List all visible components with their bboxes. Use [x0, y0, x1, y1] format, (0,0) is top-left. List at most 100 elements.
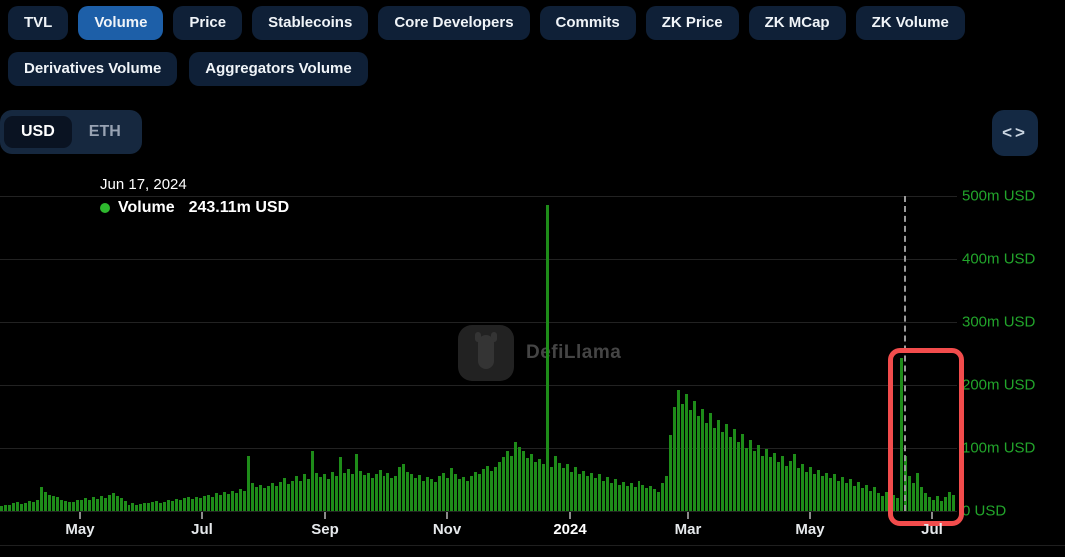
volume-bar[interactable]	[693, 401, 696, 511]
volume-bar[interactable]	[498, 462, 501, 511]
volume-bar[interactable]	[442, 473, 445, 511]
volume-bar[interactable]	[20, 504, 23, 511]
volume-bar[interactable]	[339, 457, 342, 511]
volume-bar[interactable]	[430, 479, 433, 511]
volume-bar[interactable]	[303, 474, 306, 511]
volume-bar[interactable]	[602, 481, 605, 511]
volume-bar[interactable]	[825, 473, 828, 511]
volume-bar[interactable]	[769, 457, 772, 511]
embed-chart-button[interactable]: <>	[992, 110, 1038, 156]
volume-bar[interactable]	[705, 423, 708, 511]
volume-bar[interactable]	[713, 428, 716, 511]
volume-bar[interactable]	[279, 482, 282, 511]
volume-bar[interactable]	[741, 434, 744, 511]
volume-bar[interactable]	[813, 474, 816, 511]
volume-bar[interactable]	[131, 503, 134, 511]
volume-bar[interactable]	[657, 492, 660, 511]
volume-bar[interactable]	[263, 488, 266, 511]
volume-bar[interactable]	[410, 474, 413, 511]
volume-bar[interactable]	[478, 474, 481, 511]
volume-bar[interactable]	[458, 479, 461, 511]
volume-bar[interactable]	[179, 500, 182, 511]
volume-bar[interactable]	[454, 474, 457, 511]
volume-bar[interactable]	[689, 410, 692, 511]
volume-bar[interactable]	[877, 493, 880, 511]
volume-bar[interactable]	[64, 501, 67, 511]
volume-bar[interactable]	[853, 486, 856, 511]
volume-bar[interactable]	[187, 497, 190, 511]
volume-bar[interactable]	[578, 474, 581, 511]
volume-bar[interactable]	[422, 481, 425, 511]
volume-bar[interactable]	[530, 454, 533, 511]
volume-bar[interactable]	[626, 486, 629, 511]
volume-bar[interactable]	[16, 502, 19, 511]
tab-zk-price[interactable]: ZK Price	[646, 6, 739, 40]
volume-bar[interactable]	[526, 458, 529, 511]
volume-bar[interactable]	[630, 483, 633, 511]
volume-bar[interactable]	[773, 453, 776, 511]
volume-bar[interactable]	[717, 420, 720, 511]
volume-bar[interactable]	[725, 424, 728, 511]
volume-bar[interactable]	[594, 478, 597, 511]
volume-bar[interactable]	[841, 477, 844, 511]
volume-bar[interactable]	[462, 477, 465, 511]
volume-bar[interactable]	[251, 483, 254, 511]
volume-bar[interactable]	[120, 498, 123, 511]
volume-bar[interactable]	[765, 449, 768, 511]
volume-bar[interactable]	[72, 502, 75, 511]
volume-bar[interactable]	[665, 476, 668, 511]
volume-bar[interactable]	[653, 489, 656, 511]
tab-zk-mcap[interactable]: ZK MCap	[749, 6, 846, 40]
volume-bar[interactable]	[558, 463, 561, 511]
volume-bar[interactable]	[271, 483, 274, 511]
volume-bar[interactable]	[351, 474, 354, 511]
volume-bar[interactable]	[88, 500, 91, 511]
volume-bar[interactable]	[781, 456, 784, 511]
volume-bar[interactable]	[837, 481, 840, 511]
volume-bar[interactable]	[733, 429, 736, 511]
volume-bar[interactable]	[510, 456, 513, 511]
volume-bar[interactable]	[355, 454, 358, 511]
volume-bar[interactable]	[167, 500, 170, 511]
tab-aggregators-volume[interactable]: Aggregators Volume	[189, 52, 367, 86]
volume-bar[interactable]	[219, 495, 222, 511]
volume-bar[interactable]	[104, 498, 107, 511]
volume-bar[interactable]	[638, 481, 641, 511]
volume-bar[interactable]	[438, 476, 441, 511]
volume-bar[interactable]	[84, 498, 87, 511]
volume-bar[interactable]	[697, 416, 700, 511]
volume-bar[interactable]	[757, 445, 760, 511]
volume-bar[interactable]	[323, 474, 326, 511]
volume-bar[interactable]	[669, 435, 672, 511]
volume-bar[interactable]	[849, 479, 852, 511]
volume-bar[interactable]	[514, 442, 517, 511]
volume-bar[interactable]	[398, 467, 401, 511]
volume-bar[interactable]	[235, 493, 238, 511]
volume-bar[interactable]	[36, 500, 39, 511]
volume-bar[interactable]	[681, 404, 684, 511]
volume-bar[interactable]	[195, 497, 198, 511]
volume-bar[interactable]	[554, 456, 557, 511]
volume-bar[interactable]	[785, 466, 788, 511]
tab-zk-volume[interactable]: ZK Volume	[856, 6, 965, 40]
volume-bar[interactable]	[861, 488, 864, 511]
volume-bar[interactable]	[359, 471, 362, 511]
volume-bar[interactable]	[482, 469, 485, 511]
volume-bar[interactable]	[139, 504, 142, 511]
volume-bar[interactable]	[869, 491, 872, 511]
volume-bar[interactable]	[857, 482, 860, 511]
volume-bar[interactable]	[749, 440, 752, 511]
volume-bar[interactable]	[363, 475, 366, 511]
volume-bar[interactable]	[793, 454, 796, 511]
currency-option-eth[interactable]: ETH	[72, 116, 138, 148]
volume-bar[interactable]	[494, 467, 497, 511]
volume-bar[interactable]	[546, 205, 549, 511]
volume-bar[interactable]	[335, 476, 338, 511]
tab-tvl[interactable]: TVL	[8, 6, 68, 40]
volume-bar[interactable]	[486, 466, 489, 511]
volume-bar[interactable]	[614, 479, 617, 511]
volume-bar[interactable]	[506, 451, 509, 511]
volume-bar[interactable]	[319, 477, 322, 511]
volume-bar[interactable]	[211, 497, 214, 511]
volume-bar[interactable]	[562, 468, 565, 511]
